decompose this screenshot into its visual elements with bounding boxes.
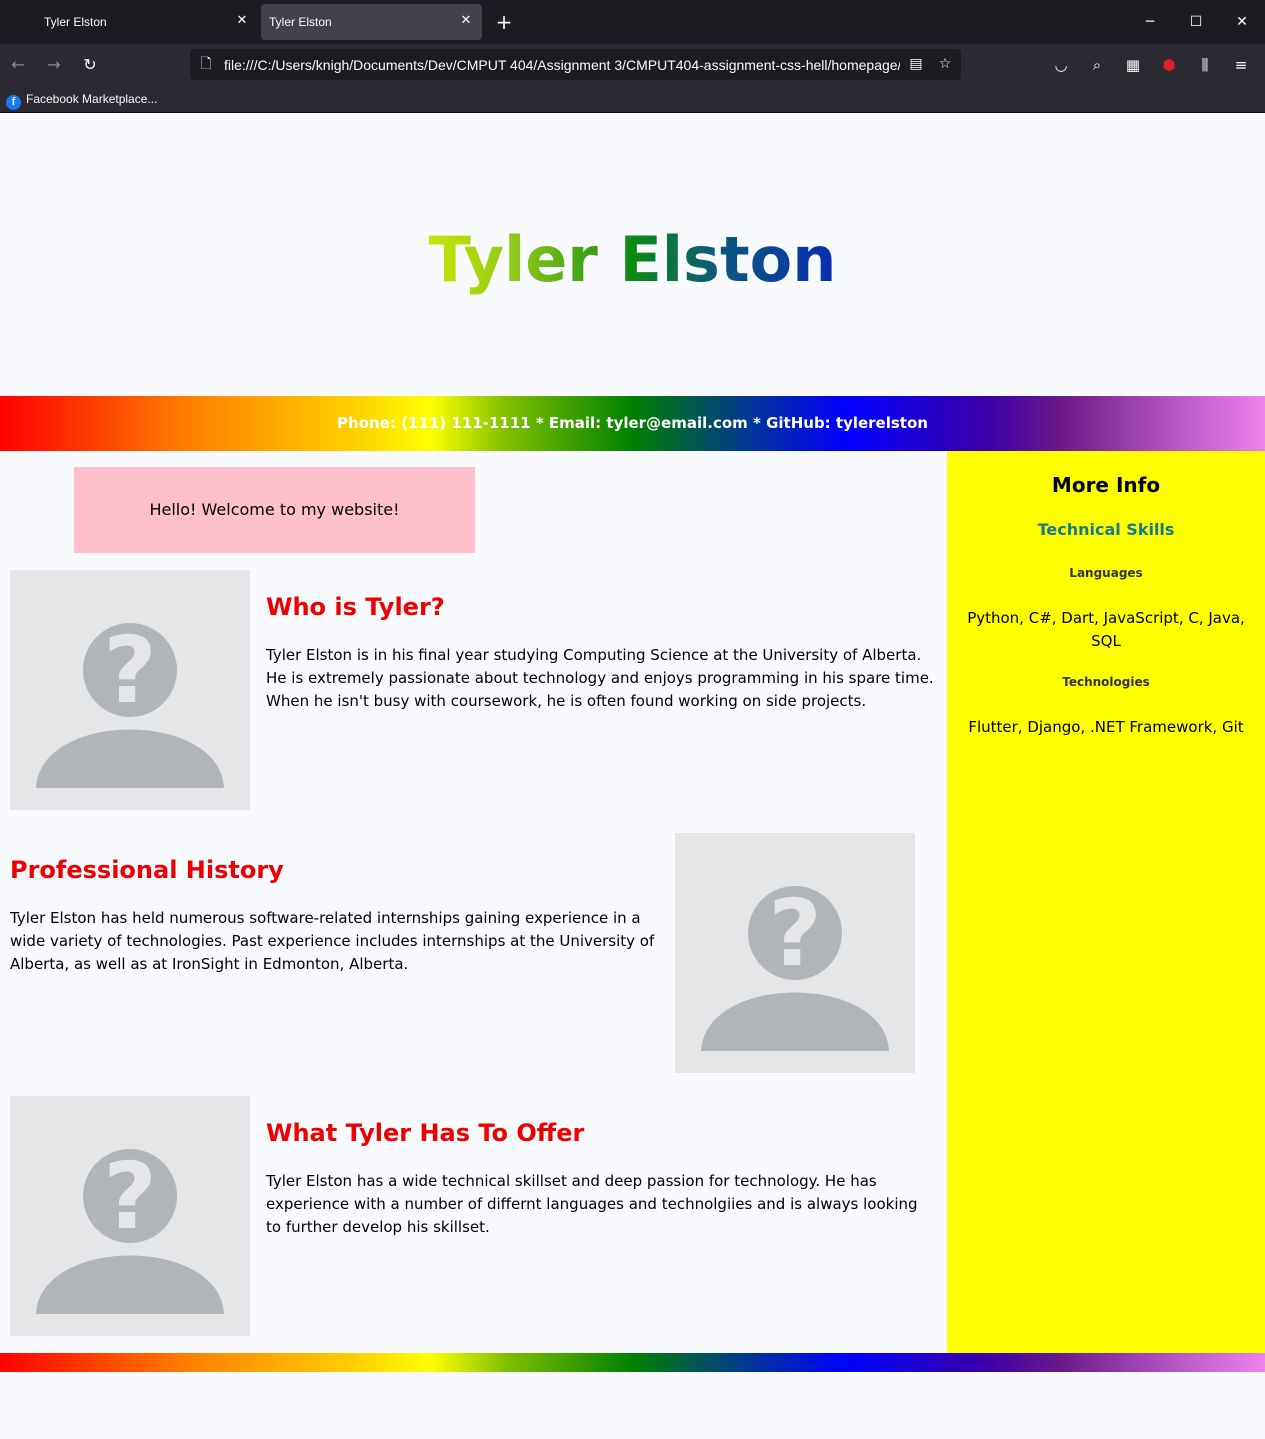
reload-icon[interactable]: ↻ [80, 55, 100, 75]
technologies-heading: Technologies [1062, 675, 1150, 689]
section-body: Tyler Elston has held numerous software-… [10, 909, 655, 973]
extensions-icon[interactable]: ▦ [1123, 55, 1143, 75]
section-heading: Professional History [10, 856, 284, 884]
pocket-icon[interactable]: ◡ [1051, 55, 1071, 75]
url-bar[interactable]: 🗋 file:///C:/Users/knigh/Documents/Dev/C… [190, 49, 961, 80]
languages-heading: Languages [1069, 566, 1143, 580]
bookmark-item[interactable]: f Facebook Marketplace... [6, 90, 158, 110]
section-heading: Who is Tyler? [266, 593, 445, 621]
profile-placeholder-image: ? [10, 570, 250, 810]
tab-bar: Tyler Elston ✕ Tyler Elston ✕ + ─ ☐ ✕ [0, 0, 1265, 44]
back-arrow-icon[interactable]: ← [8, 55, 28, 75]
svg-text:?: ? [768, 880, 821, 987]
star-icon[interactable]: ☆ [936, 55, 954, 73]
search-icon[interactable]: ⌕ [1087, 55, 1107, 75]
maximize-icon[interactable]: ☐ [1186, 12, 1206, 32]
svg-text:?: ? [103, 1143, 156, 1250]
more-info-sidebar: More Info Technical Skills Languages Pyt… [947, 451, 1265, 1353]
person-placeholder-icon: ? [701, 880, 889, 1051]
nav-toolbar: ← → ↻ 🗋 file:///C:/Users/knigh/Documents… [0, 44, 1265, 86]
browser-tab-active[interactable]: Tyler Elston ✕ [261, 4, 482, 40]
svg-text:?: ? [103, 617, 156, 724]
sidebar-title: More Info [1051, 473, 1161, 497]
web-page: Tyler Elston Phone: (111) 111-1111 * Ema… [0, 113, 1265, 1439]
profile-placeholder-image: ? [10, 1096, 250, 1336]
ublock-icon[interactable]: ⬢ [1159, 55, 1179, 75]
page-icon: 🗋 [200, 56, 212, 72]
footer-rainbow-bar [0, 1353, 1265, 1372]
contact-bar: Phone: (111) 111-1111 * Email: tyler@ema… [0, 396, 1265, 451]
person-placeholder-icon: ? [36, 617, 224, 788]
hamburger-menu-icon[interactable]: ≡ [1231, 55, 1251, 75]
bookmarks-bar: f Facebook Marketplace... [0, 86, 1265, 113]
browser-tab[interactable]: Tyler Elston ✕ [36, 4, 258, 40]
page-title: Tyler Elston [0, 225, 1265, 295]
plus-icon[interactable]: + [494, 12, 514, 32]
technologies-list: Flutter, Django, .NET Framework, Git [968, 718, 1244, 736]
languages-list: Python, C#, Dart, JavaScript, C, Java, S… [967, 609, 1245, 650]
welcome-box: Hello! Welcome to my website! [74, 467, 475, 553]
person-placeholder-icon: ? [36, 1143, 224, 1314]
close-icon[interactable]: ✕ [458, 12, 474, 28]
library-icon[interactable]: ⫼ [1195, 55, 1215, 75]
bookmark-label: Facebook Marketplace... [26, 92, 158, 106]
forward-arrow-icon[interactable]: → [44, 55, 64, 75]
section-body: Tyler Elston has a wide technical skills… [266, 1172, 918, 1236]
close-icon[interactable]: ✕ [234, 12, 250, 28]
window-close-icon[interactable]: ✕ [1232, 12, 1252, 32]
profile-placeholder-image: ? [675, 833, 915, 1073]
url-text[interactable]: file:///C:/Users/knigh/Documents/Dev/CMP… [224, 57, 900, 73]
page-title-text: Tyler Elston [428, 223, 837, 296]
tab-title: Tyler Elston [269, 15, 332, 29]
section-heading: What Tyler Has To Offer [266, 1119, 585, 1147]
sidebar-subtitle: Technical Skills [1037, 520, 1175, 539]
tab-title: Tyler Elston [44, 15, 107, 29]
reader-view-icon[interactable]: ▤ [907, 55, 925, 73]
minimize-icon[interactable]: ─ [1140, 12, 1160, 32]
facebook-icon: f [6, 95, 21, 110]
section-body: Tyler Elston is in his final year studyi… [266, 646, 934, 710]
